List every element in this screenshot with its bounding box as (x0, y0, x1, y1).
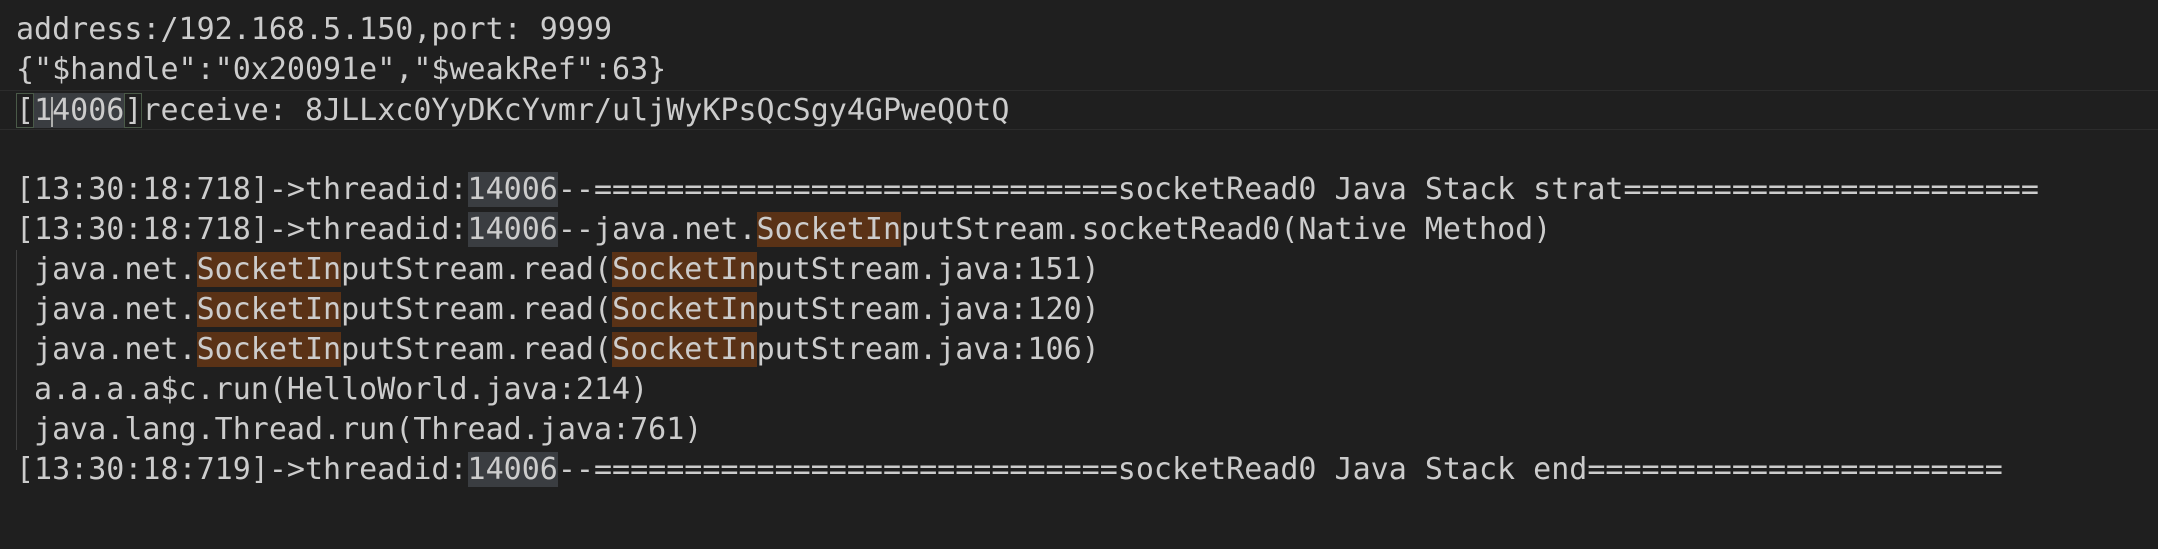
line-text: --=============================socketRea… (557, 172, 2039, 207)
find-match: SocketIn (196, 332, 342, 367)
editor-line-5[interactable]: [13:30:18:718]->threadid:14006--========… (0, 170, 2158, 210)
editor-line-3-current[interactable]: [14006]receive: 8JLLxc0YyDKcYvmr/uljWyKP… (0, 90, 2158, 130)
editor-line-9[interactable]: java.net.SocketInputStream.read(SocketIn… (0, 330, 2158, 370)
text-editor[interactable]: address:/192.168.5.150,port: 9999 {"$han… (0, 0, 2158, 549)
find-match: SocketIn (612, 292, 757, 327)
timestamp-prefix: [13:30:18:718]->threadid: (16, 212, 468, 247)
thread-id-part: 4006 (52, 93, 125, 128)
line-text: {"$handle":"0x20091e","$weakRef":63} (16, 52, 667, 87)
editor-line-2[interactable]: {"$handle":"0x20091e","$weakRef":63} (0, 50, 2158, 90)
indent-guide (16, 250, 17, 450)
editor-line-1[interactable]: address:/192.168.5.150,port: 9999 (0, 10, 2158, 50)
thread-id-highlight: 14006 (467, 452, 558, 487)
line-text: receive: 8JLLxc0YyDKcYvmr/uljWyKPsQcSgy4… (142, 93, 1010, 128)
line-text: putStream.java:151) (756, 252, 1100, 287)
line-text: java.lang.Thread.run(Thread.java:761) (16, 412, 703, 447)
line-text: a.a.a.a$c.run(HelloWorld.java:214) (16, 372, 649, 407)
editor-line-4-empty[interactable] (0, 130, 2158, 170)
thread-id-highlight: 14006 (34, 93, 125, 128)
line-text: java.net. (16, 252, 197, 287)
find-match: SocketIn (196, 252, 342, 287)
line-text: putStream.read( (341, 252, 613, 287)
thread-id-part: 1 (34, 93, 53, 128)
timestamp-prefix: [13:30:18:718]->threadid: (16, 172, 468, 207)
line-text: address:/192.168.5.150,port: 9999 (16, 12, 613, 47)
editor-line-11[interactable]: java.lang.Thread.run(Thread.java:761) (0, 410, 2158, 450)
bracket-match-open: [ (16, 93, 35, 128)
line-text: --java.net. (557, 212, 757, 247)
line-text: putStream.socketRead0(Native Method) (901, 212, 1552, 247)
thread-id-highlight: 14006 (467, 172, 558, 207)
line-text: java.net. (16, 292, 197, 327)
thread-id-highlight: 14006 (467, 212, 558, 247)
find-match: SocketIn (612, 252, 757, 287)
timestamp-prefix: [13:30:18:719]->threadid: (16, 452, 468, 487)
editor-line-8[interactable]: java.net.SocketInputStream.read(SocketIn… (0, 290, 2158, 330)
line-text: putStream.read( (341, 292, 613, 327)
editor-line-7[interactable]: java.net.SocketInputStream.read(SocketIn… (0, 250, 2158, 290)
line-text: putStream.java:106) (756, 332, 1100, 367)
find-match: SocketIn (756, 212, 902, 247)
find-match: SocketIn (612, 332, 757, 367)
line-text: putStream.read( (341, 332, 613, 367)
line-text: --=============================socketRea… (557, 452, 2003, 487)
editor-line-6[interactable]: [13:30:18:718]->threadid:14006--java.net… (0, 210, 2158, 250)
line-text: putStream.java:120) (756, 292, 1100, 327)
editor-line-12[interactable]: [13:30:18:719]->threadid:14006--========… (0, 450, 2158, 490)
bracket-match-close: ] (124, 93, 143, 128)
line-text: java.net. (16, 332, 197, 367)
find-match: SocketIn (196, 292, 342, 327)
editor-line-10[interactable]: a.a.a.a$c.run(HelloWorld.java:214) (0, 370, 2158, 410)
